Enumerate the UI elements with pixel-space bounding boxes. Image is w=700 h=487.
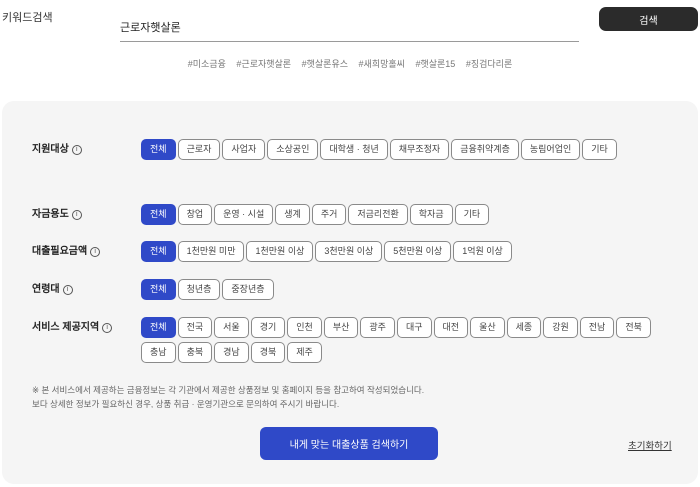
info-icon[interactable]: i <box>71 210 82 220</box>
filter-label: 서비스 제공지역 <box>32 322 100 333</box>
chip-option[interactable]: 저금리전환 <box>348 204 408 225</box>
filter-label: 자금용도 <box>32 209 69 220</box>
tag-link[interactable]: #햇살론유스 <box>302 57 348 70</box>
chip-option[interactable]: 소상공인 <box>267 139 319 160</box>
chip-option[interactable]: 경북 <box>250 342 286 363</box>
chip-option[interactable]: 5천만원 이상 <box>384 241 452 262</box>
info-icon[interactable]: i <box>71 145 82 155</box>
chip-group: 전체 1천만원 미만 1천만원 이상 3천만원 이상 5천만원 이상 1억원 이상 <box>141 241 661 266</box>
chip-option[interactable]: 대구 <box>396 317 432 338</box>
disclaimer-note: ※ 본 서비스에서 제공하는 금융정보는 각 기관에서 제공한 상품정보 및 홈… <box>32 383 424 411</box>
search-button[interactable]: 검색 <box>599 7 698 31</box>
tag-link[interactable]: #햇살론15 <box>415 57 455 70</box>
chip-group: 전체 청년층 중장년층 <box>141 279 661 304</box>
chip-option[interactable]: 1천만원 미만 <box>177 241 245 262</box>
popular-tags: #미소금융 #근로자햇살론 #햇살론유스 #새희망홀씨 #햇살론15 #징검다리… <box>0 57 700 70</box>
chip-all[interactable]: 전체 <box>141 241 176 262</box>
chip-option[interactable]: 생계 <box>275 204 310 225</box>
chip-option[interactable]: 운영 · 시설 <box>214 204 274 225</box>
chip-all[interactable]: 전체 <box>141 317 176 338</box>
chip-option[interactable]: 광주 <box>360 317 395 338</box>
chip-group: 전체 근로자 사업자 소상공인 대학생 · 청년 채무조정자 금융취약계층 농림어업인 기타 <box>141 139 661 164</box>
chip-option[interactable]: 대전 <box>433 317 469 338</box>
chip-option[interactable]: 전북 <box>616 317 651 338</box>
info-icon[interactable]: i <box>90 247 101 257</box>
chip-all[interactable]: 전체 <box>141 139 176 160</box>
chip-option[interactable]: 세종 <box>506 317 542 338</box>
chip-option[interactable]: 주거 <box>311 204 347 225</box>
chip-option[interactable]: 중장년층 <box>222 279 274 300</box>
chip-option[interactable]: 기타 <box>454 204 490 225</box>
chip-all[interactable]: 전체 <box>141 279 176 300</box>
chip-option[interactable]: 서울 <box>214 317 249 338</box>
chip-option[interactable]: 1억원 이상 <box>453 241 512 262</box>
note-line: 보다 상세한 정보가 필요하신 경우, 상품 취급 · 운영기관으로 문의하여 … <box>32 399 340 409</box>
chip-option[interactable]: 채무조정자 <box>389 139 450 160</box>
chip-option[interactable]: 인천 <box>287 317 322 338</box>
chip-option[interactable]: 기타 <box>582 139 617 160</box>
chip-option[interactable]: 부산 <box>323 317 359 338</box>
filter-label: 지원대상 <box>32 144 69 155</box>
chip-all[interactable]: 전체 <box>141 204 176 225</box>
tag-link[interactable]: #새희망홀씨 <box>359 57 405 70</box>
chip-option[interactable]: 제주 <box>287 342 322 363</box>
note-line: ※ 본 서비스에서 제공하는 금융정보는 각 기관에서 제공한 상품정보 및 홈… <box>32 385 425 395</box>
filter-label: 연령대 <box>32 284 60 295</box>
chip-option[interactable]: 경기 <box>250 317 286 338</box>
chip-option[interactable]: 1천만원 이상 <box>246 241 314 262</box>
chip-option[interactable]: 사업자 <box>222 139 266 160</box>
chip-option[interactable]: 강원 <box>543 317 578 338</box>
chip-option[interactable]: 금융취약계층 <box>451 139 519 160</box>
tag-link[interactable]: #미소금융 <box>188 57 226 70</box>
info-icon[interactable]: i <box>102 323 113 333</box>
chip-option[interactable]: 청년층 <box>177 279 221 300</box>
tag-link[interactable]: #근로자햇살론 <box>236 57 291 70</box>
chip-option[interactable]: 대학생 · 청년 <box>320 139 388 160</box>
reset-link[interactable]: 초기화하기 <box>628 438 672 452</box>
keyword-search-input[interactable] <box>120 10 579 42</box>
chip-option[interactable]: 농림어업인 <box>520 139 581 160</box>
chip-group: 전체 전국 서울 경기 인천 부산 광주 대구 대전 울산 세종 강원 전남 전북충남 충북 경남 경북 제주 <box>141 317 661 367</box>
chip-option[interactable]: 3천만원 이상 <box>315 241 383 262</box>
keyword-label: 키워드검색 <box>2 12 53 24</box>
chip-option[interactable]: 근로자 <box>177 139 221 160</box>
chip-option[interactable]: 울산 <box>470 317 505 338</box>
chip-option[interactable]: 학자금 <box>409 204 453 225</box>
chip-option[interactable]: 창업 <box>177 204 213 225</box>
info-icon[interactable]: i <box>62 285 73 295</box>
chip-option[interactable]: 전국 <box>177 317 213 338</box>
chip-option[interactable]: 경남 <box>214 342 249 363</box>
search-loans-button[interactable]: 내게 맞는 대출상품 검색하기 <box>260 427 438 460</box>
chip-option[interactable]: 전남 <box>579 317 615 338</box>
filter-label: 대출필요금액 <box>32 246 88 257</box>
tag-link[interactable]: #징검다리론 <box>466 57 512 70</box>
chip-option[interactable]: 충남 <box>141 342 176 363</box>
filter-panel: 지원대상 i 전체 근로자 사업자 소상공인 대학생 · 청년 채무조정자 금융취약계층 농림어… <box>2 101 698 484</box>
chip-group: 전체 창업 운영 · 시설 생계 주거 저금리전환 학자금 기타 <box>141 204 661 229</box>
chip-option[interactable]: 충북 <box>177 342 213 363</box>
